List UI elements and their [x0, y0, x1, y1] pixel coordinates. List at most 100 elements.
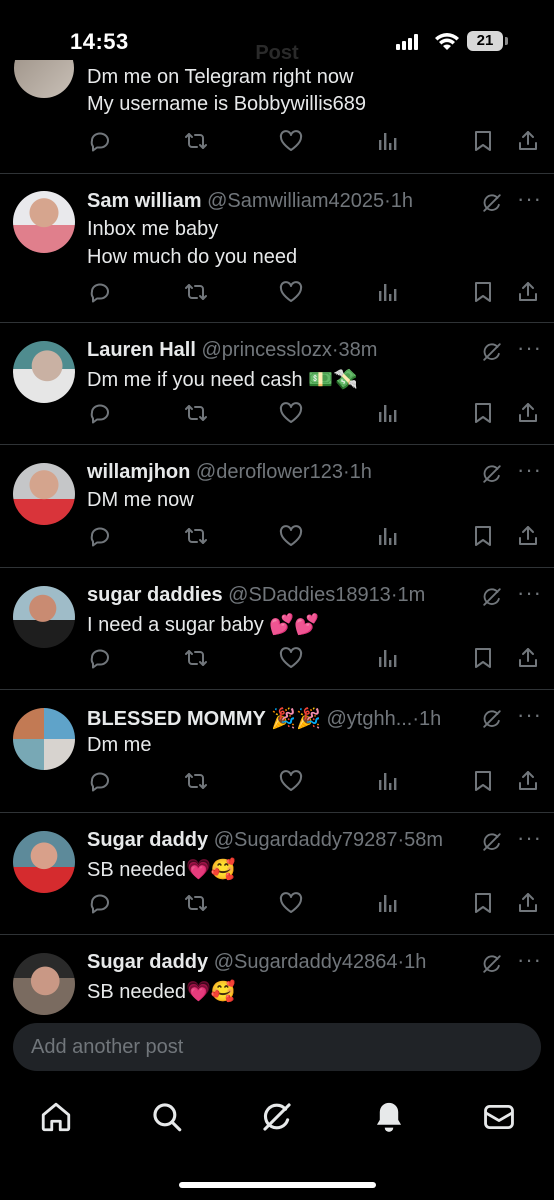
post-text-line: My username is Bobbywillis689: [87, 93, 367, 115]
views-icon[interactable]: [376, 891, 398, 920]
repost-icon[interactable]: [183, 891, 209, 920]
author-handle[interactable]: @Sugardaddy79287: [214, 829, 398, 851]
author-handle[interactable]: @ytghh...: [326, 708, 412, 730]
bookmark-icon[interactable]: [472, 891, 494, 920]
avatar[interactable]: [13, 341, 75, 403]
views-icon[interactable]: [376, 401, 398, 430]
reply-icon[interactable]: [88, 646, 112, 675]
post[interactable]: Sugar daddy @Sugardaddy79287·58m ··· SB …: [0, 812, 554, 935]
more-options-icon[interactable]: ···: [517, 825, 542, 851]
post[interactable]: willamjhon @deroflower123·1h ··· DM me n…: [0, 444, 554, 568]
like-icon[interactable]: [278, 646, 304, 675]
avatar[interactable]: [13, 191, 75, 253]
add-post-input[interactable]: Add another post: [13, 1023, 541, 1071]
reply-icon[interactable]: [88, 280, 112, 309]
post[interactable]: sugar daddies @SDaddies18913·1m ··· I ne…: [0, 567, 554, 690]
author-name[interactable]: Sam william: [87, 190, 202, 212]
repost-icon[interactable]: [183, 401, 209, 430]
search-icon[interactable]: [150, 1100, 184, 1139]
avatar[interactable]: [13, 831, 75, 893]
views-icon[interactable]: [376, 646, 398, 675]
views-icon[interactable]: [376, 280, 398, 309]
post-text-line: Dm me if you need cash 💵💸: [87, 369, 359, 391]
views-icon[interactable]: [376, 524, 398, 553]
repost-icon[interactable]: [183, 646, 209, 675]
share-icon[interactable]: [516, 646, 540, 675]
grok-icon[interactable]: [481, 708, 503, 735]
grok-icon[interactable]: [481, 953, 503, 980]
bookmark-icon[interactable]: [472, 129, 494, 158]
post-actions: [0, 769, 554, 799]
bookmark-icon[interactable]: [472, 524, 494, 553]
home-indicator: [179, 1182, 376, 1188]
post-header: willamjhon @deroflower123·1h: [87, 461, 372, 484]
author-name[interactable]: Sugar daddy: [87, 951, 208, 973]
author-name[interactable]: BLESSED MOMMY 🎉🎉: [87, 708, 321, 730]
like-icon[interactable]: [278, 524, 304, 553]
share-icon[interactable]: [516, 401, 540, 430]
author-name[interactable]: Lauren Hall: [87, 339, 196, 361]
post-header: Sam william @Samwilliam42025·1h: [87, 190, 413, 213]
more-options-icon[interactable]: ···: [517, 947, 542, 973]
avatar[interactable]: [13, 708, 75, 770]
like-icon[interactable]: [278, 280, 304, 309]
share-icon[interactable]: [516, 280, 540, 309]
more-options-icon[interactable]: ···: [517, 580, 542, 606]
reply-icon[interactable]: [88, 524, 112, 553]
status-bar: 14:53 Post 21: [0, 0, 554, 80]
notifications-icon[interactable]: [372, 1100, 406, 1139]
repost-icon[interactable]: [183, 769, 209, 798]
share-icon[interactable]: [516, 129, 540, 158]
author-handle[interactable]: @SDaddies18913: [228, 584, 391, 606]
post[interactable]: Sugar daddy @Sugardaddy42864·1h ··· SB n…: [0, 934, 554, 1015]
reply-icon[interactable]: [88, 769, 112, 798]
grok-icon[interactable]: [481, 192, 503, 219]
bookmark-icon[interactable]: [472, 280, 494, 309]
like-icon[interactable]: [278, 891, 304, 920]
like-icon[interactable]: [278, 129, 304, 158]
post[interactable]: BLESSED MOMMY 🎉🎉 @ytghh...·1h ··· Dm me: [0, 689, 554, 813]
like-icon[interactable]: [278, 769, 304, 798]
bookmark-icon[interactable]: [472, 769, 494, 798]
bookmark-icon[interactable]: [472, 401, 494, 430]
post-text-line: Inbox me baby: [87, 218, 219, 240]
author-handle[interactable]: @Samwilliam42025: [207, 190, 384, 212]
author-handle[interactable]: @Sugardaddy42864: [214, 951, 398, 973]
share-icon[interactable]: [516, 524, 540, 553]
grok-icon[interactable]: [481, 341, 503, 368]
more-options-icon[interactable]: ···: [517, 702, 542, 728]
post[interactable]: Sam william @Samwilliam42025·1h ··· Inbo…: [0, 173, 554, 323]
repost-icon[interactable]: [183, 280, 209, 309]
share-icon[interactable]: [516, 769, 540, 798]
home-icon[interactable]: [39, 1100, 73, 1139]
avatar[interactable]: [13, 463, 75, 525]
author-name[interactable]: Sugar daddy: [87, 829, 208, 851]
views-icon[interactable]: [376, 129, 398, 158]
grok-icon[interactable]: [481, 463, 503, 490]
grok-icon[interactable]: [481, 831, 503, 858]
more-options-icon[interactable]: ···: [517, 457, 542, 483]
post-time: 1h: [390, 190, 414, 212]
like-icon[interactable]: [278, 401, 304, 430]
repost-icon[interactable]: [183, 524, 209, 553]
more-options-icon[interactable]: ···: [517, 186, 542, 212]
more-options-icon[interactable]: ···: [517, 335, 542, 361]
reply-icon[interactable]: [88, 129, 112, 158]
reply-icon[interactable]: [88, 401, 112, 430]
grok-icon[interactable]: [260, 1100, 294, 1139]
author-name[interactable]: sugar daddies: [87, 584, 223, 606]
views-icon[interactable]: [376, 769, 398, 798]
avatar[interactable]: [13, 953, 75, 1015]
grok-icon[interactable]: [481, 586, 503, 613]
messages-icon[interactable]: [482, 1100, 516, 1139]
repost-icon[interactable]: [183, 129, 209, 158]
avatar[interactable]: [13, 586, 75, 648]
author-handle[interactable]: @deroflower123: [196, 461, 343, 483]
author-name[interactable]: willamjhon: [87, 461, 190, 483]
author-handle[interactable]: @princesslozx: [201, 339, 331, 361]
post[interactable]: Lauren Hall @princesslozx·38m ··· Dm me …: [0, 322, 554, 445]
post-text-line: SB needed💗🥰: [87, 981, 236, 1003]
share-icon[interactable]: [516, 891, 540, 920]
bookmark-icon[interactable]: [472, 646, 494, 675]
reply-icon[interactable]: [88, 891, 112, 920]
